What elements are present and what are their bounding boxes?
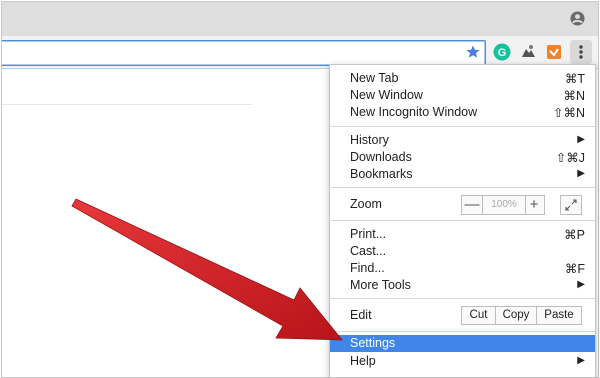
red-arrow-annotation (71, 198, 343, 341)
